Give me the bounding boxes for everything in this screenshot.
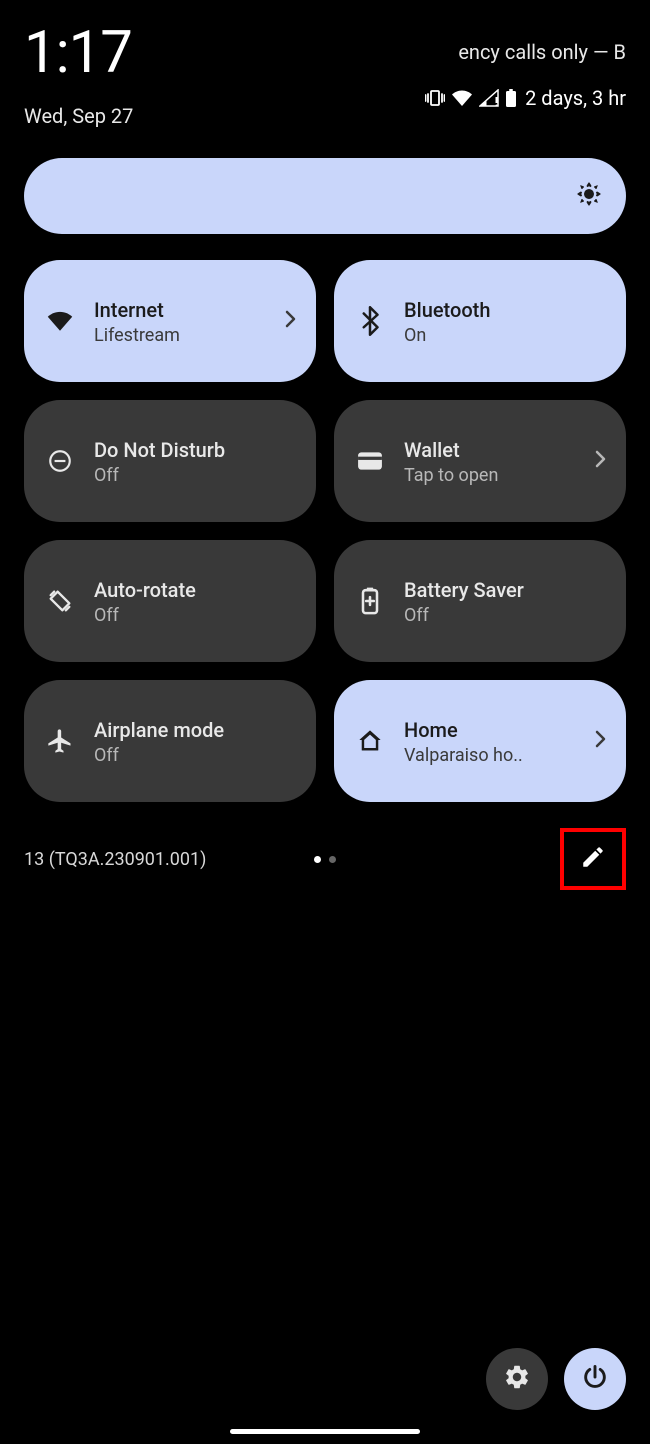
- power-icon: [581, 1363, 609, 1395]
- home-indicator[interactable]: [230, 1429, 420, 1434]
- pencil-icon: [580, 844, 606, 874]
- battery-text: 2 days, 3 hr: [525, 86, 626, 110]
- vibrate-icon: [425, 89, 445, 107]
- tile-sub: Off: [94, 465, 296, 486]
- chevron-right-icon: [594, 729, 606, 753]
- tile-sub: On: [404, 325, 606, 346]
- brightness-slider[interactable]: [24, 158, 626, 234]
- chevron-right-icon: [284, 309, 296, 333]
- tile-sub: Valparaiso ho..: [404, 745, 576, 766]
- power-button[interactable]: [564, 1348, 626, 1410]
- tile-title: Battery Saver: [404, 577, 606, 603]
- bluetooth-icon: [354, 306, 386, 336]
- tile-title: Wallet: [404, 437, 576, 463]
- tile-sub: Tap to open: [404, 465, 576, 486]
- battery-saver-tile[interactable]: Battery Saver Off: [334, 540, 626, 662]
- airplane-icon: [44, 727, 76, 755]
- tile-title: Auto-rotate: [94, 577, 296, 603]
- wallet-icon: [354, 451, 386, 471]
- tile-sub: Lifestream: [94, 325, 266, 346]
- battery-saver-icon: [354, 587, 386, 615]
- signal-icon: [479, 89, 499, 107]
- build-number: 13 (TQ3A.230901.001): [24, 849, 206, 870]
- chevron-right-icon: [594, 449, 606, 473]
- internet-tile[interactable]: Internet Lifestream: [24, 260, 316, 382]
- wifi-icon: [44, 310, 76, 332]
- carrier-text: ency calls only — B: [458, 40, 626, 64]
- tile-title: Airplane mode: [94, 717, 296, 743]
- status-bar: 2 days, 3 hr: [425, 86, 626, 110]
- tile-sub: Off: [404, 605, 606, 626]
- page-indicator: [314, 856, 336, 863]
- gear-icon: [503, 1363, 531, 1395]
- airplane-tile[interactable]: Airplane mode Off: [24, 680, 316, 802]
- dnd-tile[interactable]: Do Not Disturb Off: [24, 400, 316, 522]
- tile-title: Internet: [94, 297, 266, 323]
- tile-title: Bluetooth: [404, 297, 606, 323]
- settings-button[interactable]: [486, 1348, 548, 1410]
- wallet-tile[interactable]: Wallet Tap to open: [334, 400, 626, 522]
- edit-button[interactable]: [580, 844, 606, 874]
- battery-icon: [505, 89, 517, 107]
- bluetooth-tile[interactable]: Bluetooth On: [334, 260, 626, 382]
- brightness-icon: [576, 181, 602, 211]
- autorotate-tile[interactable]: Auto-rotate Off: [24, 540, 316, 662]
- clock: 1:17: [24, 24, 133, 82]
- tile-sub: Off: [94, 605, 296, 626]
- home-tile[interactable]: Home Valparaiso ho..: [334, 680, 626, 802]
- home-icon: [354, 727, 386, 755]
- dnd-icon: [44, 448, 76, 474]
- date: Wed, Sep 27: [24, 104, 133, 128]
- tile-title: Home: [404, 717, 576, 743]
- tile-title: Do Not Disturb: [94, 437, 296, 463]
- wifi-icon: [451, 89, 473, 107]
- tile-sub: Off: [94, 745, 296, 766]
- rotate-icon: [44, 587, 76, 615]
